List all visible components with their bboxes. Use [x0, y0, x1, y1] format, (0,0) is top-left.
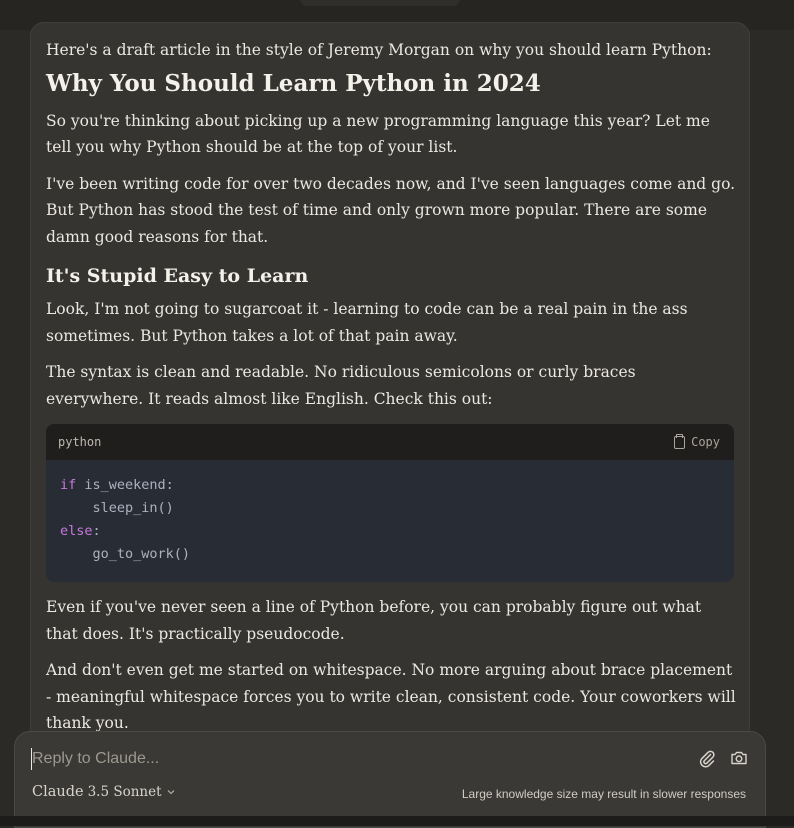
code-block-header: python Copy — [46, 424, 734, 460]
copy-icon — [674, 433, 686, 449]
article-title: Why You Should Learn Python in 2024 — [46, 69, 541, 97]
paragraph-3: Look, I'm not going to sugarcoat it - le… — [46, 300, 688, 345]
code-line: if is_weekend: — [60, 477, 174, 493]
code-language-label: python — [58, 435, 102, 449]
model-selector[interactable]: Claude 3.5 Sonnet — [32, 784, 176, 800]
bottom-edge — [0, 816, 794, 826]
paragraph-1: So you're thinking about picking up a ne… — [46, 111, 710, 157]
reply-composer: Claude 3.5 Sonnet Large knowledge size m… — [14, 731, 766, 828]
paragraph-6: And don't even get me started on whitesp… — [46, 661, 736, 732]
model-version: 3.5 Sonnet — [87, 784, 162, 800]
section-heading: It's Stupid Easy to Learn — [46, 265, 309, 287]
code-line: go_to_work() — [60, 546, 191, 562]
camera-icon[interactable] — [729, 748, 749, 768]
model-name: Claude — [32, 784, 84, 800]
copy-code-button[interactable]: Copy — [674, 433, 720, 449]
code-line: else: — [60, 523, 101, 539]
paragraph-2: I've been writing code for over two deca… — [46, 174, 736, 246]
message-content: Here's a draft article in the style of J… — [46, 37, 736, 737]
paragraph-5: Even if you've never seen a line of Pyth… — [46, 598, 702, 643]
code-body: if is_weekend: sleep_in() else: go_to_wor… — [46, 460, 734, 582]
chevron-down-icon — [167, 790, 175, 795]
knowledge-size-notice: Large knowledge size may result in slowe… — [461, 787, 746, 801]
code-line: sleep_in() — [60, 500, 174, 516]
paragraph-4: The syntax is clean and readable. No rid… — [46, 363, 636, 408]
reply-input[interactable] — [31, 748, 632, 770]
code-block: python Copy if is_weekend: sleep_in()els… — [46, 424, 734, 582]
assistant-message: Here's a draft article in the style of J… — [30, 22, 750, 784]
intro-paragraph: Here's a draft article in the style of J… — [46, 41, 712, 59]
paperclip-icon[interactable] — [697, 748, 717, 768]
copy-label: Copy — [691, 435, 720, 449]
previous-message-edge — [300, 0, 460, 6]
